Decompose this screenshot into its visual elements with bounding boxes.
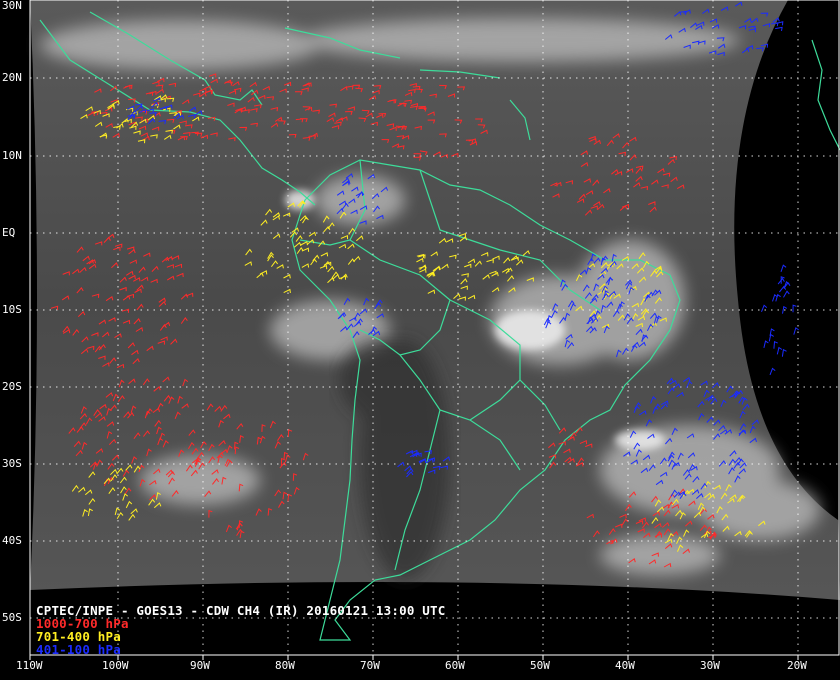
lat-label: 20N — [2, 71, 22, 84]
wind-barb — [779, 285, 787, 293]
lon-label: 80W — [275, 659, 295, 672]
lon-label: 20W — [787, 659, 807, 672]
lat-label: 20S — [2, 380, 22, 393]
lat-label: 30N — [2, 0, 22, 12]
wind-barb — [793, 327, 799, 335]
lon-label: 90W — [190, 659, 210, 672]
lat-label: 30S — [2, 457, 22, 470]
lon-label: 40W — [615, 659, 635, 672]
lat-label: 10S — [2, 303, 22, 316]
wind-barb — [769, 367, 776, 376]
lat-label: 10N — [2, 149, 22, 162]
wind-barb — [780, 264, 787, 272]
lon-label: 60W — [445, 659, 465, 672]
lat-label: EQ — [2, 226, 16, 239]
lon-label: 110W — [16, 659, 43, 672]
wind-barb — [781, 348, 787, 357]
lon-label: 70W — [360, 659, 380, 672]
wind-barb — [775, 26, 783, 31]
wind-barb — [792, 304, 797, 313]
wind-barb — [761, 304, 768, 312]
legend-high-level: 401-100 hPa — [36, 642, 121, 657]
lon-label: 50W — [530, 659, 550, 672]
wind-barb — [783, 290, 790, 298]
wind-barb — [763, 340, 769, 349]
wind-barb — [773, 340, 778, 349]
lon-label: 100W — [102, 659, 129, 672]
lon-label: 30W — [700, 659, 720, 672]
satellite-image — [29, 0, 840, 660]
wind-barb — [769, 328, 775, 336]
lat-label: 50S — [2, 611, 22, 624]
lat-label: 40S — [2, 534, 22, 547]
wind-barb — [776, 346, 783, 355]
